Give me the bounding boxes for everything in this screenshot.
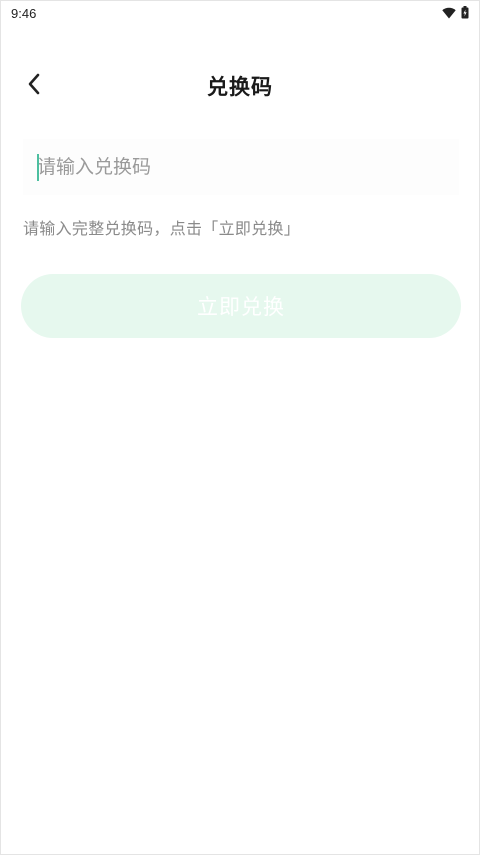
status-bar: 9:46 [1, 1, 479, 25]
hint-text: 请输入完整兑换码，点击「立即兑换」 [23, 219, 301, 238]
battery-icon [461, 4, 469, 23]
wifi-icon [442, 4, 456, 23]
redeem-code-screen: 9:46 兑换码 请输入兑换码 请输入完整兑换码，点击「立即兑换」 立即兑换 [0, 0, 480, 855]
code-input-wrapper [23, 139, 459, 195]
status-icons [442, 4, 469, 23]
header: 兑换码 [1, 63, 479, 109]
chevron-left-icon [26, 72, 42, 100]
page-title: 兑换码 [207, 75, 273, 99]
text-caret [37, 154, 39, 181]
redeem-code-input[interactable] [23, 139, 459, 195]
back-button[interactable] [17, 69, 51, 103]
status-time: 9:46 [11, 5, 37, 21]
redeem-now-button[interactable]: 立即兑换 [21, 274, 461, 338]
